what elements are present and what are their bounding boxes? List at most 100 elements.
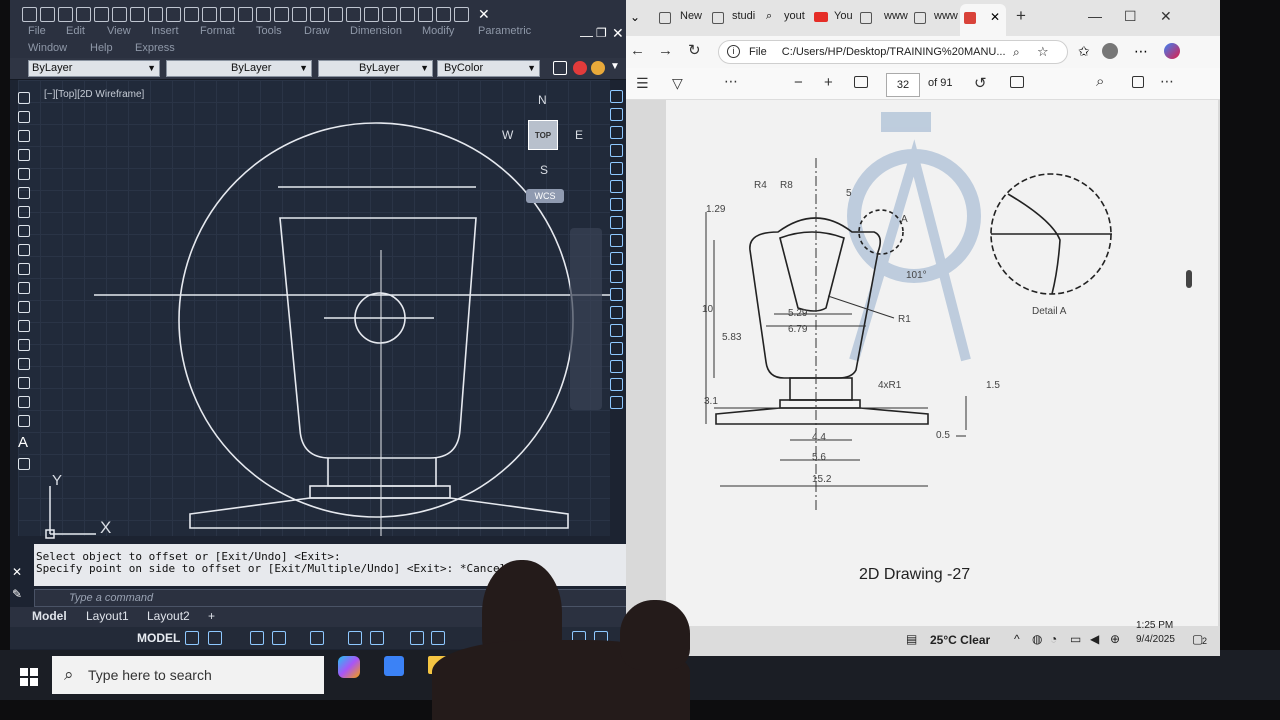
explode-icon[interactable] xyxy=(610,396,623,409)
xline-icon[interactable] xyxy=(18,111,30,123)
rotate-icon[interactable] xyxy=(610,198,623,211)
mirror-icon[interactable] xyxy=(610,126,623,139)
close-drawing-icon[interactable]: ✕ xyxy=(478,6,490,23)
copilot-icon[interactable] xyxy=(1164,43,1180,59)
polyline-icon[interactable] xyxy=(18,130,30,142)
save-pdf-icon[interactable] xyxy=(1132,76,1144,88)
gradient-icon[interactable] xyxy=(18,377,30,389)
polar-icon[interactable] xyxy=(272,631,286,645)
weather-icon[interactable]: ▤ xyxy=(906,632,917,646)
region-icon[interactable] xyxy=(18,396,30,408)
color-select[interactable]: ByColor ▼ xyxy=(437,60,540,77)
array-icon[interactable] xyxy=(610,162,623,175)
linetype-select[interactable]: ByLayer ▼ xyxy=(166,60,312,77)
open-icon[interactable] xyxy=(40,6,55,22)
clock-date[interactable]: 9/4/2025 xyxy=(1136,634,1175,645)
menu-dimension[interactable]: Dimension xyxy=(350,25,402,37)
line-icon[interactable] xyxy=(18,92,30,104)
paste-icon[interactable] xyxy=(202,6,217,22)
save-icon[interactable] xyxy=(58,6,73,22)
tab-actions-icon[interactable]: ⌄ xyxy=(630,10,640,24)
menu-edit[interactable]: Edit xyxy=(66,25,85,37)
move-icon[interactable] xyxy=(610,180,623,193)
properties-icon[interactable] xyxy=(346,6,361,22)
add-layout-button[interactable]: + xyxy=(208,609,215,623)
lineweight-select[interactable]: ByLayer ▼ xyxy=(318,60,433,77)
fillet-icon[interactable] xyxy=(610,360,623,373)
profile-avatar[interactable] xyxy=(1102,43,1118,59)
redo-icon[interactable] xyxy=(256,6,271,22)
trim-icon[interactable] xyxy=(610,252,623,265)
close-icon[interactable]: ✕ xyxy=(1160,8,1172,25)
viewcube-east[interactable]: E xyxy=(575,128,583,142)
hatch-icon[interactable] xyxy=(18,358,30,370)
autoscale-icon[interactable] xyxy=(431,631,445,645)
tray-app-icon[interactable]: ◍ xyxy=(1032,632,1042,646)
ellipse-arc-icon[interactable] xyxy=(18,282,30,294)
grid-icon[interactable] xyxy=(185,631,199,645)
menu-draw[interactable]: Draw xyxy=(304,25,330,37)
publish-icon[interactable] xyxy=(130,6,145,22)
menu-modify[interactable]: Modify xyxy=(422,25,454,37)
zoom-realtime-icon[interactable] xyxy=(292,6,307,22)
close-window-icon[interactable]: ✕ xyxy=(612,25,624,42)
arc-icon[interactable] xyxy=(18,187,30,199)
add-selected-icon[interactable] xyxy=(18,458,30,470)
mtext-icon[interactable]: A xyxy=(18,434,36,451)
clock-time[interactable]: 1:25 PM xyxy=(1136,620,1173,631)
wcs-menu[interactable]: WCS xyxy=(526,189,564,203)
taskbar-search[interactable]: ⌕ Type here to search xyxy=(52,656,324,694)
browser-tab[interactable]: www xyxy=(884,10,908,22)
volume-icon[interactable]: ◀ xyxy=(1090,632,1099,646)
layer-freeze-icon[interactable] xyxy=(591,61,605,75)
browser-tab[interactable]: New xyxy=(680,10,702,22)
stretch-icon[interactable] xyxy=(610,234,623,247)
layer-dropdown-icon[interactable]: ▼ xyxy=(610,61,620,72)
browser-tab[interactable]: studi xyxy=(732,10,755,22)
show-hidden-icon[interactable]: ^ xyxy=(1014,632,1020,646)
zoom-out-button[interactable]: − xyxy=(794,74,803,91)
menu-insert[interactable]: Insert xyxy=(151,25,179,37)
browser-tab[interactable]: yout xyxy=(784,10,805,22)
rotate-icon[interactable]: ↺ xyxy=(974,74,987,92)
sheet-icon[interactable] xyxy=(148,6,163,22)
weather-text[interactable]: 25°C Clear xyxy=(930,633,990,647)
pdf-settings-icon[interactable]: ⋯ xyxy=(1160,73,1174,90)
close-tab-icon[interactable]: ✕ xyxy=(990,10,1000,24)
menu-format[interactable]: Format xyxy=(200,25,235,37)
calculator-icon[interactable] xyxy=(436,6,451,22)
contents-icon[interactable]: ☰ xyxy=(636,75,649,92)
tab-layout1[interactable]: Layout1 xyxy=(86,609,129,623)
network-icon[interactable]: ◔ xyxy=(1050,632,1057,646)
menu-file[interactable]: File xyxy=(28,25,46,37)
copy-icon[interactable] xyxy=(184,6,199,22)
language-icon[interactable]: ⊕ xyxy=(1110,632,1120,646)
zoom-window-icon[interactable] xyxy=(310,6,325,22)
find-icon[interactable]: ⌕ xyxy=(1096,73,1104,90)
point-icon[interactable] xyxy=(18,339,30,351)
tab-layout2[interactable]: Layout2 xyxy=(147,609,190,623)
revcloud-icon[interactable] xyxy=(18,225,30,237)
saveas-icon[interactable] xyxy=(76,6,91,22)
pan-icon[interactable] xyxy=(274,6,289,22)
windows-start-icon[interactable] xyxy=(20,668,38,686)
viewcube-north[interactable]: N xyxy=(538,93,547,107)
layer-tools-icon[interactable] xyxy=(553,61,567,75)
erase-icon[interactable] xyxy=(610,90,623,103)
draw-icon[interactable]: ▽ xyxy=(672,75,683,92)
ortho-icon[interactable] xyxy=(250,631,264,645)
chamfer-icon[interactable] xyxy=(610,342,623,355)
zoom-in-button[interactable]: + xyxy=(824,74,833,91)
blend-icon[interactable] xyxy=(610,378,623,391)
menu-window[interactable]: Window xyxy=(28,42,67,54)
battery-icon[interactable]: ▭ xyxy=(1070,632,1081,646)
favorites-icon[interactable]: ✩ xyxy=(1078,43,1090,60)
circle-icon[interactable] xyxy=(18,206,30,218)
insert-block-icon[interactable] xyxy=(18,301,30,313)
maximize-icon[interactable]: ☐ xyxy=(1124,8,1137,25)
extend-icon[interactable] xyxy=(610,270,623,283)
browser-tab[interactable]: You xyxy=(834,10,853,22)
minimize-drawing-icon[interactable]: — xyxy=(580,28,593,43)
osnap-icon[interactable] xyxy=(370,631,384,645)
rectangle-icon[interactable] xyxy=(18,168,30,180)
